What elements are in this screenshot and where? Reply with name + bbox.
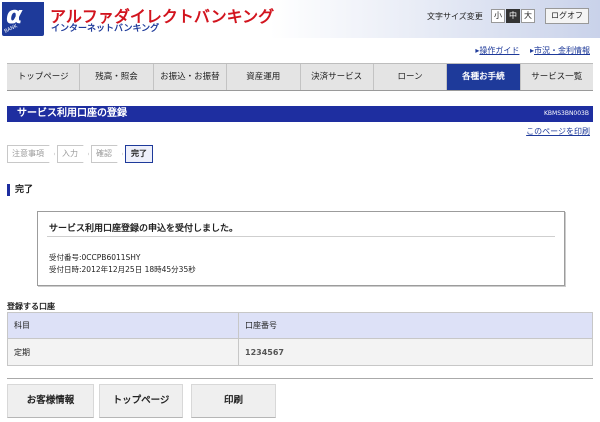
nav-balance[interactable]: 残高・照会 (80, 64, 154, 90)
step-confirm: 確認 (91, 145, 123, 163)
step-notice: 注意事項 (7, 145, 55, 163)
cell-account-number: 1234567 (238, 338, 593, 366)
customer-info-button[interactable]: お客様情報 (7, 384, 94, 418)
page-title-bar: サービス利用口座の登録 KBMS3BN003B (7, 106, 593, 122)
top-page-button[interactable]: トップページ (99, 384, 183, 418)
operation-guide-link[interactable]: 操作ガイド (479, 46, 519, 55)
print-button[interactable]: 印刷 (191, 384, 276, 418)
font-size-label: 文字サイズ変更 (427, 12, 483, 21)
main-navigation: トップページ 残高・照会 お振込・お振替 資産運用 決済サービス ローン 各種お… (7, 63, 593, 91)
section-heading: 完了 (7, 184, 33, 196)
brand-subtitle: インターネットバンキング (51, 24, 160, 34)
nav-procedures[interactable]: 各種お手続 (447, 64, 521, 90)
market-info-link[interactable]: 市況・金利情報 (534, 46, 590, 55)
cell-subject: 定期 (7, 338, 239, 366)
nav-investment[interactable]: 資産運用 (227, 64, 301, 90)
font-size-medium-button[interactable]: 中 (506, 9, 520, 23)
progress-steps: 注意事項 入力 確認 完了 (7, 145, 155, 163)
completion-message-box: サービス利用口座登録の申込を受付しました。 受付番号:0CCPB6011SHY … (37, 211, 565, 286)
nav-top[interactable]: トップページ (7, 64, 81, 90)
completion-message: サービス利用口座登録の申込を受付しました。 (49, 224, 239, 234)
receipt-number: 受付番号:0CCPB6011SHY (49, 253, 141, 262)
column-header-subject: 科目 (7, 312, 239, 339)
bank-logo[interactable]: α BANK (2, 2, 44, 36)
nav-loan[interactable]: ローン (374, 64, 448, 90)
account-table: 科目 口座番号 定期 1234567 (7, 312, 593, 366)
utility-links: ▸操作ガイド ▸市況・金利情報 (467, 45, 590, 56)
receipt-datetime: 受付日時:2012年12月25日 18時45分35秒 (49, 265, 196, 274)
table-header-row: 科目 口座番号 (7, 312, 593, 339)
font-size-large-button[interactable]: 大 (521, 9, 535, 23)
nav-service-list[interactable]: サービス一覧 (521, 64, 593, 90)
table-row: 定期 1234567 (7, 338, 593, 366)
logoff-button[interactable]: ログオフ (545, 8, 589, 24)
font-size-small-button[interactable]: 小 (491, 9, 505, 23)
step-complete: 完了 (125, 145, 153, 163)
nav-payment[interactable]: 決済サービス (301, 64, 374, 90)
step-input: 入力 (57, 145, 89, 163)
screen-id: KBMS3BN003B (543, 110, 589, 117)
nav-transfer[interactable]: お振込・お振替 (154, 64, 228, 90)
header: α BANK アルファダイレクトバンキング インターネットバンキング 文字サイズ… (0, 0, 600, 38)
table-caption: 登録する口座 (7, 302, 55, 311)
column-header-account-number: 口座番号 (238, 312, 593, 339)
page-title: サービス利用口座の登録 (17, 108, 127, 119)
divider (7, 378, 593, 379)
print-page-link[interactable]: このページを印刷 (526, 126, 590, 137)
divider (47, 236, 555, 237)
